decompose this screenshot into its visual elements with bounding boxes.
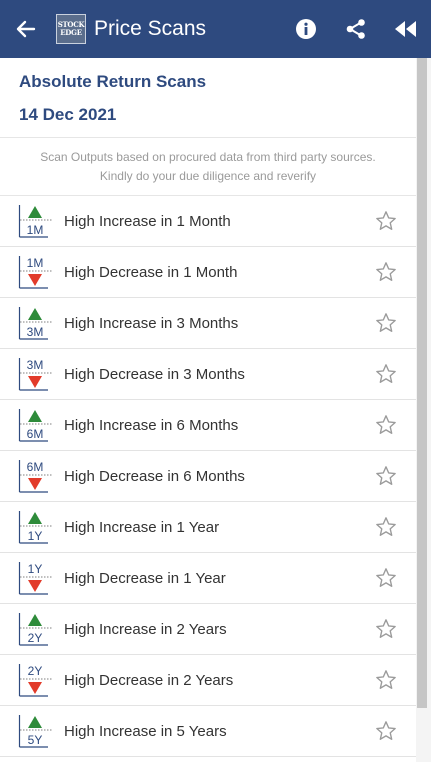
- share-button[interactable]: [331, 0, 381, 58]
- down-triangle-icon: [28, 376, 42, 388]
- decrease-period-icon: 3M: [18, 357, 52, 391]
- scan-label: High Decrease in 1 Year: [64, 569, 226, 587]
- period-label: 1M: [27, 256, 44, 270]
- decrease-period-icon: 6M: [18, 459, 52, 493]
- favorite-star-icon[interactable]: [374, 311, 398, 335]
- scan-label: High Decrease in 2 Years: [64, 671, 234, 689]
- scan-label: High Decrease in 1 Month: [64, 263, 238, 281]
- scan-label: High Increase in 3 Months: [64, 314, 239, 332]
- period-label: 1M: [27, 223, 44, 237]
- favorite-star-icon[interactable]: [374, 566, 398, 590]
- increase-period-icon: 1M: [18, 204, 52, 238]
- rewind-icon: [395, 21, 416, 37]
- period-label: 3M: [27, 358, 44, 372]
- decrease-period-icon: 1M: [18, 255, 52, 289]
- period-label: 5Y: [28, 733, 43, 747]
- period-label: 1Y: [28, 529, 43, 543]
- scan-list: 1M High Increase in 1 Month 1M High Decreas…: [0, 196, 416, 757]
- info-button[interactable]: [281, 0, 331, 58]
- period-label: 3M: [27, 325, 44, 339]
- favorite-star-icon[interactable]: [374, 464, 398, 488]
- section-header: Absolute Return Scans 14 Dec 2021: [0, 58, 416, 138]
- period-label: 6M: [27, 427, 44, 441]
- period-label: 2Y: [28, 631, 43, 645]
- down-triangle-icon: [28, 682, 42, 694]
- up-triangle-icon: [28, 410, 42, 422]
- scan-row[interactable]: 1M High Increase in 1 Month: [0, 196, 416, 247]
- scan-row[interactable]: 2Y High Decrease in 2 Years: [0, 655, 416, 706]
- scan-row[interactable]: 1Y High Decrease in 1 Year: [0, 553, 416, 604]
- favorite-star-icon[interactable]: [374, 617, 398, 641]
- decrease-period-icon: 2Y: [18, 663, 52, 697]
- up-triangle-icon: [28, 614, 42, 626]
- scan-list-card: Absolute Return Scans 14 Dec 2021 Scan O…: [0, 58, 416, 762]
- favorite-star-icon[interactable]: [374, 719, 398, 743]
- scan-row[interactable]: 6M High Increase in 6 Months: [0, 400, 416, 451]
- scan-row[interactable]: 6M High Decrease in 6 Months: [0, 451, 416, 502]
- favorite-star-icon[interactable]: [374, 668, 398, 692]
- scan-row[interactable]: 1M High Decrease in 1 Month: [0, 247, 416, 298]
- period-label: 1Y: [28, 562, 43, 576]
- section-title: Absolute Return Scans: [19, 72, 207, 91]
- scan-label: High Decrease in 3 Months: [64, 365, 245, 383]
- disclaimer-text: Scan Outputs based on procured data from…: [0, 138, 416, 196]
- favorite-star-icon[interactable]: [374, 413, 398, 437]
- back-arrow-icon: [16, 20, 36, 38]
- favorite-star-icon[interactable]: [374, 260, 398, 284]
- scan-label: High Increase in 5 Years: [64, 722, 227, 740]
- scan-row[interactable]: 2Y High Increase in 2 Years: [0, 604, 416, 655]
- info-icon: [296, 19, 316, 39]
- period-label: 6M: [27, 460, 44, 474]
- scan-label: High Increase in 2 Years: [64, 620, 227, 638]
- favorite-star-icon[interactable]: [374, 515, 398, 539]
- favorite-star-icon[interactable]: [374, 209, 398, 233]
- down-triangle-icon: [28, 274, 42, 286]
- scan-label: High Decrease in 6 Months: [64, 467, 245, 485]
- up-triangle-icon: [28, 308, 42, 320]
- increase-period-icon: 1Y: [18, 510, 52, 544]
- scan-row[interactable]: 1Y High Increase in 1 Year: [0, 502, 416, 553]
- scan-date: 14 Dec 2021: [19, 105, 117, 124]
- increase-period-icon: 5Y: [18, 714, 52, 748]
- scan-row[interactable]: 3M High Decrease in 3 Months: [0, 349, 416, 400]
- up-triangle-icon: [28, 716, 42, 728]
- rewind-button[interactable]: [381, 0, 431, 58]
- app-bar: STOCK EDGE Price Scans: [0, 0, 431, 58]
- scan-row[interactable]: 3M High Increase in 3 Months: [0, 298, 416, 349]
- increase-period-icon: 2Y: [18, 612, 52, 646]
- scan-label: High Increase in 1 Year: [64, 518, 220, 536]
- scan-row[interactable]: 5Y High Increase in 5 Years: [0, 706, 416, 757]
- stockedge-logo: STOCK EDGE: [56, 14, 86, 44]
- down-triangle-icon: [28, 478, 42, 490]
- decrease-period-icon: 1Y: [18, 561, 52, 595]
- period-label: 2Y: [28, 664, 43, 678]
- scan-label: High Increase in 6 Months: [64, 416, 239, 434]
- increase-period-icon: 6M: [18, 408, 52, 442]
- page-title: Price Scans: [94, 17, 207, 40]
- up-triangle-icon: [28, 206, 42, 218]
- back-button[interactable]: [0, 0, 52, 58]
- increase-period-icon: 3M: [18, 306, 52, 340]
- up-triangle-icon: [28, 512, 42, 524]
- scan-label: High Increase in 1 Month: [64, 212, 231, 230]
- down-triangle-icon: [28, 580, 42, 592]
- favorite-star-icon[interactable]: [374, 362, 398, 386]
- share-icon: [346, 19, 365, 39]
- scrollbar-thumb[interactable]: [417, 58, 427, 708]
